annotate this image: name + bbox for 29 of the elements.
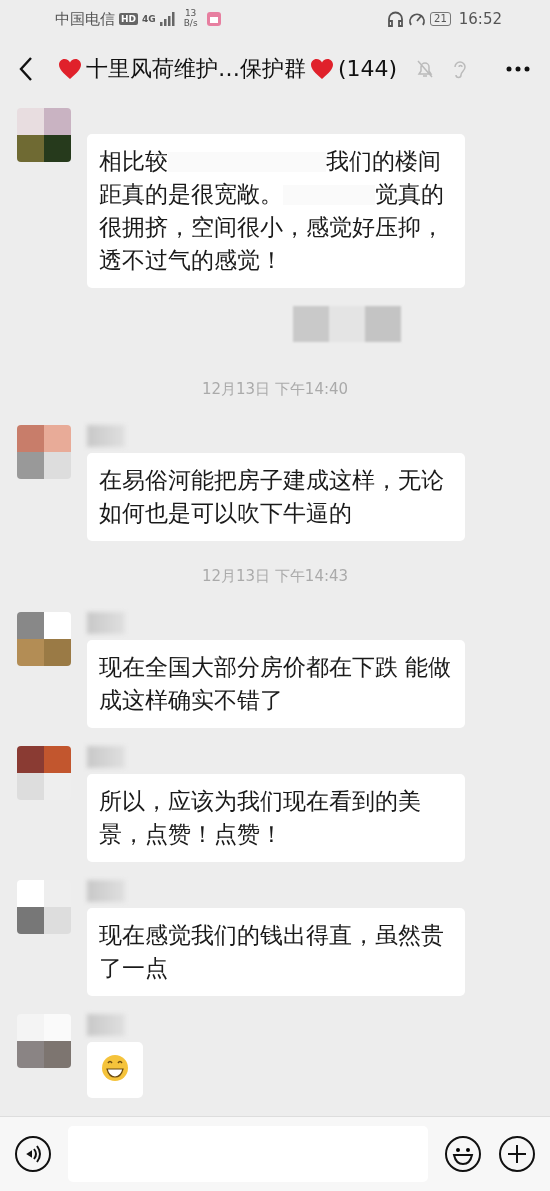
- heart-icon: [58, 57, 82, 80]
- plus-icon[interactable]: [498, 1134, 536, 1173]
- speedometer-icon: [408, 11, 427, 27]
- hd-badge: HD: [119, 13, 138, 25]
- emoji-icon[interactable]: [444, 1134, 482, 1173]
- message-bubble: 现在感觉我们的钱出得直，虽然贵了一点: [87, 907, 465, 996]
- back-icon[interactable]: [18, 55, 34, 82]
- message-bubble: 在易俗河能把房子建成这样，无论如何也是可以吹下牛逼的: [87, 452, 465, 541]
- signal-icon: [159, 12, 176, 26]
- voice-icon[interactable]: [14, 1134, 52, 1173]
- speed-value: 13: [184, 9, 197, 19]
- member-count: (144): [338, 56, 398, 82]
- ear-icon: [452, 58, 468, 79]
- timestamp: 12月13日 下午14:43: [201, 566, 349, 586]
- chat-title: 十里风荷维护…保护群: [86, 54, 306, 83]
- carrier-name: 中国电信: [55, 9, 115, 29]
- heart-icon: [310, 57, 334, 80]
- message-bubble: 所以，应该为我们现在看到的美景，点赞！点赞！: [87, 773, 465, 862]
- battery-level: 21: [430, 12, 451, 26]
- app-notification-icon: [205, 11, 222, 27]
- timestamp: 12月13日 下午14:40: [201, 379, 349, 399]
- headset-icon: [387, 11, 405, 27]
- network-type: 4G: [142, 14, 156, 24]
- grinning-face-icon: [101, 1053, 129, 1082]
- message-bubble: 相比较 我们的楼间距真的是很宽敞。 觉真的很拥挤，空间很小，感觉好压抑，透不过气的感觉！: [87, 133, 465, 288]
- clock-time: 16:52: [458, 10, 502, 28]
- speed-unit: B/s: [183, 19, 198, 29]
- more-icon[interactable]: [506, 65, 530, 72]
- message-bubble: 现在全国大部分房价都在下跌 能做成这样确实不错了: [87, 639, 465, 728]
